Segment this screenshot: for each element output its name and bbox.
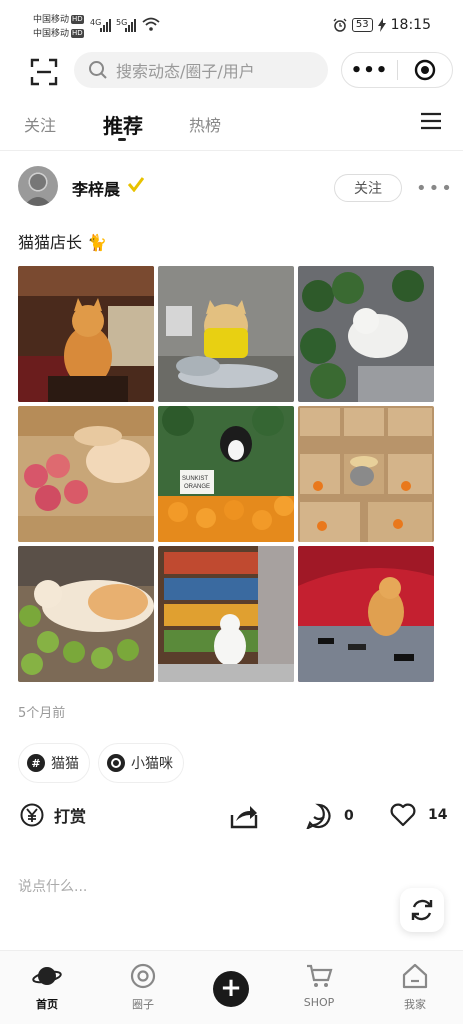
charging-icon [377, 18, 386, 32]
nav-label: 我家 [404, 998, 426, 1011]
share-icon[interactable] [230, 803, 258, 829]
username[interactable]: 李梓晨 [72, 176, 120, 200]
active-tab-indicator [118, 138, 126, 141]
target-icon [414, 59, 436, 81]
nav-label: SHOP [303, 996, 335, 1009]
verified-badge-icon [128, 177, 144, 192]
svg-text:ORANGE: ORANGE [184, 484, 210, 490]
avatar-silhouette-icon [24, 174, 52, 206]
svg-text:SUNKIST: SUNKIST [182, 476, 208, 482]
follow-button[interactable]: 关注 [334, 174, 402, 202]
like-count: 14 [428, 807, 448, 823]
planet-icon [32, 967, 62, 985]
carrier-2: 中国移动 HD [33, 29, 84, 39]
photo-2-cat-with-fish[interactable] [158, 266, 294, 402]
signal-bars-1-icon [100, 18, 111, 32]
capsule-close-button[interactable] [398, 59, 452, 81]
nav-shop[interactable]: SHOP [289, 963, 349, 1009]
cart-icon [307, 964, 333, 987]
post-more-button[interactable]: ••• [416, 178, 454, 199]
refresh-icon [411, 899, 433, 921]
yen-coin-icon [20, 803, 44, 827]
miniprogram-capsule: ••• [341, 52, 453, 88]
reward-label: 打赏 [54, 807, 87, 826]
clock: 18:15 [390, 17, 431, 33]
nav-my-home[interactable]: 我家 [385, 963, 445, 1012]
post-text: 猫猫店长 🐈 [18, 233, 108, 252]
photo-8-cat-convenience-store[interactable] [158, 546, 294, 682]
avatar[interactable] [18, 166, 58, 206]
photo-3-cat-watermelons[interactable] [298, 266, 434, 402]
nav-home[interactable]: 首页 [17, 963, 77, 1012]
comment-icon [306, 803, 331, 829]
create-post-button[interactable]: + [213, 971, 249, 1007]
top-bar: 搜索动态/圈子/用户 ••• [0, 50, 463, 92]
tag-cats[interactable]: # 猫猫 [18, 743, 90, 783]
wifi-icon [142, 17, 160, 31]
photo-5-cat-oranges[interactable]: SUNKIST ORANGE [158, 406, 294, 542]
status-right: 53 18:15 [333, 17, 431, 33]
alarm-icon [333, 18, 347, 32]
like-button[interactable]: 14 [390, 803, 447, 827]
comment-count: 0 [344, 808, 354, 824]
search-bar[interactable]: 搜索动态/圈子/用户 [74, 52, 328, 88]
tag-kitten[interactable]: 小猫咪 [98, 743, 184, 783]
bottom-nav: 首页 圈子 + SHOP 我家 [0, 950, 463, 1024]
divider [0, 150, 463, 151]
nav-circles[interactable]: 圈子 [113, 963, 173, 1012]
nav-label: 首页 [36, 998, 58, 1011]
tag-label: 小猫咪 [131, 756, 173, 772]
circle-target-icon [130, 963, 156, 989]
house-icon [402, 963, 428, 989]
feed-tabs: 关注 推荐 热榜 [0, 104, 463, 148]
photo-4-cat-peaches[interactable] [18, 406, 154, 542]
circle-topic-icon [107, 754, 125, 772]
svg-text:#: # [31, 757, 40, 770]
tag-label: 猫猫 [51, 756, 79, 772]
tab-recommended[interactable]: 推荐 [103, 110, 143, 139]
heart-icon [390, 803, 416, 827]
photo-9-cat-red-tent[interactable] [298, 546, 434, 682]
comment-button[interactable]: 0 [306, 803, 354, 829]
comment-input[interactable]: 说点什么... [18, 876, 87, 896]
hashtag-icon: # [27, 754, 45, 772]
reward-button[interactable]: 打赏 [20, 803, 86, 827]
tab-following[interactable]: 关注 [24, 112, 56, 136]
capsule-more-button[interactable]: ••• [342, 60, 397, 81]
photo-6-cat-orange-boxes[interactable] [298, 406, 434, 542]
refresh-button[interactable] [400, 888, 444, 932]
status-bar: 中国移动 HD 中国移动 HD 4G 5G 53 18:15 [0, 0, 463, 50]
search-icon [89, 61, 107, 79]
nav-label: 圈子 [132, 998, 154, 1011]
photo-1-cat-in-shop[interactable] [18, 266, 154, 402]
tab-trending[interactable]: 热榜 [189, 112, 221, 136]
photo-7-cat-limes[interactable] [18, 546, 154, 682]
menu-icon[interactable] [421, 112, 441, 130]
photo-grid: SUNKIST ORANGE [18, 266, 436, 684]
post-time: 5个月前 [18, 706, 66, 721]
carrier-1: 中国移动 HD [33, 15, 84, 25]
battery-icon: 53 [351, 18, 373, 32]
search-placeholder: 搜索动态/圈子/用户 [116, 62, 255, 81]
scan-icon[interactable] [30, 58, 58, 86]
signal-bars-2-icon [125, 18, 136, 32]
